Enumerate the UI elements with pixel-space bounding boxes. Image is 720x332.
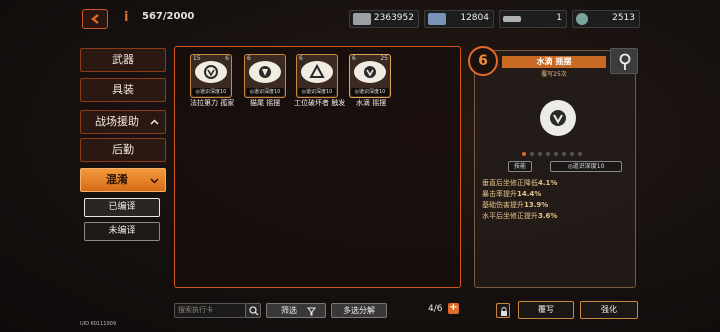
emblem-icon xyxy=(309,64,325,78)
page-dot[interactable] xyxy=(570,152,574,156)
menu-item-label: 混淆 xyxy=(106,173,128,186)
menu-item-logistics[interactable]: 后勤 xyxy=(80,138,166,162)
menu-item-label: 战场援助 xyxy=(95,115,139,128)
card-name: 法拉第力 孤家 xyxy=(190,99,235,107)
stat-line: 水平后坐修正提升3.6% xyxy=(482,212,558,220)
card-count: 567/2000 xyxy=(142,11,195,22)
emblem-icon xyxy=(364,66,376,78)
search-input[interactable]: 搜索执行卡 xyxy=(174,303,246,318)
search-button[interactable] xyxy=(245,303,261,318)
multi-decompose-button[interactable]: 多选分解 xyxy=(331,303,387,318)
add-page-button[interactable]: + xyxy=(448,303,459,314)
card-art xyxy=(195,61,227,83)
card-name: 工位破坏者 触发 xyxy=(294,99,346,107)
card-count-badge: 6 xyxy=(225,55,229,62)
card-level: 15 xyxy=(193,55,201,62)
resource-cash[interactable]: 2363952 xyxy=(349,10,419,28)
wrench-icon xyxy=(619,53,631,70)
page-dot[interactable] xyxy=(530,152,534,156)
submenu-compiled[interactable]: 已编译 xyxy=(84,198,160,217)
card-depth-tag: ◎道识深度10 xyxy=(351,88,389,96)
card-item-selected[interactable]: 6 25 ◎道识深度10 xyxy=(349,54,391,98)
card-item[interactable]: 15 6 ◎道识深度10 xyxy=(190,54,232,98)
resource-value: 12804 xyxy=(460,13,489,23)
tool-button[interactable] xyxy=(610,48,638,74)
menu-item-support[interactable]: 战场援助 xyxy=(80,110,166,134)
card-level: 6 xyxy=(299,55,303,62)
menu-item-gear[interactable]: 具装 xyxy=(80,78,166,102)
resource-core[interactable]: 2513 xyxy=(572,10,640,28)
skill-button[interactable]: 技能 xyxy=(508,161,532,172)
card-name: 水滴 摇摆 xyxy=(356,99,387,107)
submenu-uncompiled[interactable]: 未编译 xyxy=(84,222,160,241)
back-arrow-icon xyxy=(91,14,99,24)
cash-icon xyxy=(353,13,371,25)
chevron-down-icon xyxy=(150,178,159,184)
search-icon xyxy=(249,306,259,316)
star-level-badge: 6 xyxy=(468,46,498,76)
card-art xyxy=(301,61,333,83)
info-icon[interactable]: i xyxy=(124,11,132,25)
card-count-badge: 25 xyxy=(380,55,388,62)
detail-depth-tag: ◎道识深度10 xyxy=(550,161,622,172)
page-indicator: 4/6 xyxy=(428,304,443,314)
page-dot[interactable] xyxy=(546,152,550,156)
card-name: 猫尾 摇摆 xyxy=(250,99,281,107)
card-level: 6 xyxy=(247,55,251,62)
rewrite-button[interactable]: 覆写 xyxy=(518,301,574,319)
resource-value: 2363952 xyxy=(373,13,414,23)
card-item[interactable]: 6 ◎道识深度10 xyxy=(296,54,338,98)
card-depth-tag: ◎道识深度10 xyxy=(246,88,284,96)
crate-icon xyxy=(428,13,446,25)
stats-list: 垂直后坐修正降低4.1% 暴击率提升14.4% 基础伤害提升13.9% 水平后坐… xyxy=(482,178,626,226)
stat-line: 垂直后坐修正降低4.1% xyxy=(482,179,558,187)
emblem-icon xyxy=(204,65,218,79)
card-depth-tag: ◎道识深度10 xyxy=(192,88,230,96)
filter-label: 筛选 xyxy=(281,306,297,315)
card-art xyxy=(354,61,386,83)
menu-item-obfuscate[interactable]: 混淆 xyxy=(80,168,166,192)
core-icon xyxy=(576,13,588,25)
resource-bullet[interactable]: 1 xyxy=(499,10,567,28)
page-dot[interactable] xyxy=(538,152,542,156)
bullet-icon xyxy=(503,16,521,22)
chevron-up-icon xyxy=(150,119,159,125)
detail-emblem xyxy=(540,100,576,136)
lock-button[interactable] xyxy=(496,303,510,318)
filter-icon xyxy=(307,307,316,316)
enhance-button[interactable]: 强化 xyxy=(580,301,638,319)
detail-subtitle: 覆写25次 xyxy=(541,71,567,78)
card-depth-tag: ◎道识深度10 xyxy=(298,88,336,96)
resource-crate[interactable]: 12804 xyxy=(424,10,494,28)
emblem-icon xyxy=(550,110,566,126)
detail-title: 水滴 摇摆 xyxy=(502,56,606,68)
page-dot[interactable] xyxy=(554,152,558,156)
emblem-icon xyxy=(259,66,271,78)
filter-button[interactable]: 筛选 xyxy=(266,303,326,318)
resource-value: 2513 xyxy=(612,13,635,23)
stat-line: 基础伤害提升13.9% xyxy=(482,201,549,209)
back-button[interactable] xyxy=(82,9,108,29)
card-level: 6 xyxy=(352,55,356,62)
page-dot[interactable] xyxy=(562,152,566,156)
user-id: UID 60111009 xyxy=(80,321,117,327)
page-dot[interactable] xyxy=(522,152,526,156)
lock-icon xyxy=(501,307,507,316)
resource-value: 1 xyxy=(556,13,562,23)
page-dot[interactable] xyxy=(578,152,582,156)
menu-item-weapons[interactable]: 武器 xyxy=(80,48,166,72)
stat-line: 暴击率提升14.4% xyxy=(482,190,542,198)
card-art xyxy=(249,61,281,83)
card-item[interactable]: 6 ◎道识深度10 xyxy=(244,54,286,98)
